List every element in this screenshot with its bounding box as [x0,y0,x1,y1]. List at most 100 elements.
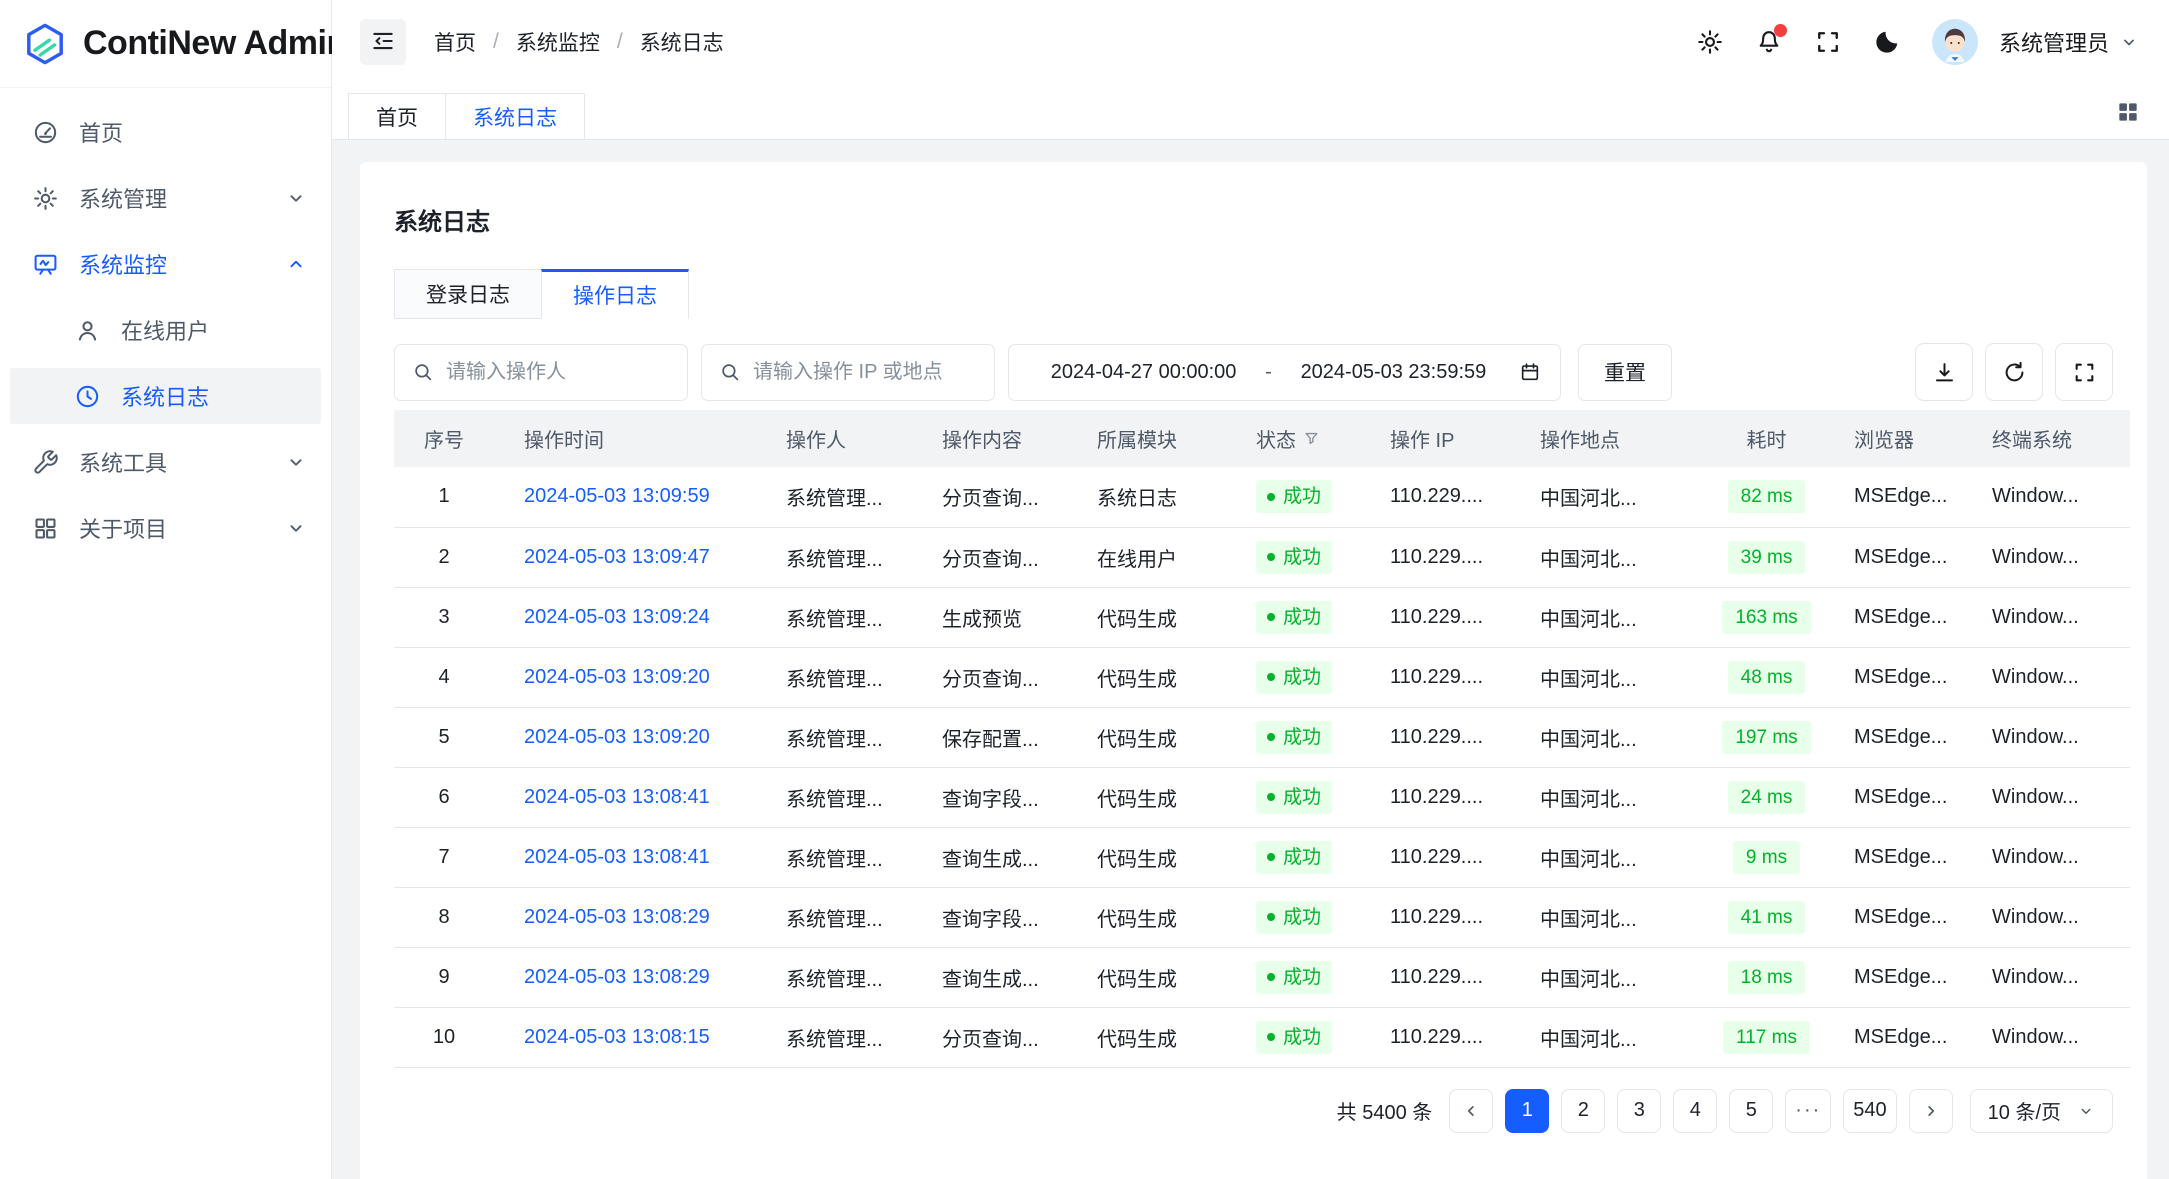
cell-time: 2024-05-03 13:08:29 [494,887,756,947]
log-time-link[interactable]: 2024-05-03 13:09:20 [524,666,710,688]
table-toolbar [1915,343,2113,401]
operator-search-field[interactable] [394,344,688,401]
cell-duration: 48 ms [1709,647,1824,707]
date-start-value[interactable]: 2024-04-27 00:00:00 [1028,361,1259,384]
status-badge: 成功 [1256,480,1332,513]
cell-operator: 系统管理... [756,467,912,527]
cell-operator: 系统管理... [756,647,912,707]
col-status-label: 状态 [1256,424,1296,453]
cell-content: 查询生成... [912,827,1067,887]
duration-badge: 197 ms [1722,721,1810,754]
cell-content: 查询生成... [912,947,1067,1007]
refresh-button[interactable] [1985,343,2043,401]
tab-operation-log[interactable]: 操作日志 [541,269,689,319]
sidebar-item-about-project[interactable]: 关于项目 [10,500,321,556]
cell-browser: MSEdge... [1824,647,1962,707]
sidebar-item-system-tools[interactable]: 系统工具 [10,434,321,490]
sidebar-collapse-button[interactable] [360,19,406,65]
page-size-value: 10 条/页 [1988,1096,2061,1125]
log-time-link[interactable]: 2024-05-03 13:09:20 [524,726,710,748]
tab-login-log[interactable]: 登录日志 [394,269,542,319]
sidebar-item-label: 系统管理 [79,182,285,214]
download-button[interactable] [1915,343,1973,401]
dark-mode-moon-icon[interactable] [1873,28,1901,56]
sidebar-item-system-manage[interactable]: 系统管理 [10,170,321,226]
pagination-page-2[interactable]: 2 [1561,1089,1605,1133]
expand-icon [2072,360,2097,385]
breadcrumb-item-home[interactable]: 首页 [434,27,476,57]
status-badge: 成功 [1256,841,1332,874]
reset-button[interactable]: 重置 [1578,344,1672,401]
cell-ip: 110.229.... [1360,587,1510,647]
cell-location: 中国河北... [1510,887,1709,947]
sidebar-item-system-monitor[interactable]: 系统监控 [10,236,321,292]
log-time-link[interactable]: 2024-05-03 13:08:29 [524,906,710,928]
log-time-link[interactable]: 2024-05-03 13:08:29 [524,966,710,988]
pagination-total: 共 5400 条 [1337,1096,1433,1125]
filter-funnel-icon[interactable] [1303,430,1320,447]
avatar[interactable] [1932,19,1978,65]
opened-tab-home[interactable]: 首页 [348,93,445,139]
grid-icon [32,515,59,542]
cell-time: 2024-05-03 13:09:24 [494,587,756,647]
search-icon [412,361,434,383]
log-time-link[interactable]: 2024-05-03 13:09:59 [524,485,710,507]
gear-icon [32,185,59,212]
cell-content: 分页查询... [912,647,1067,707]
chevron-down-icon [285,517,307,539]
sidebar-item-home[interactable]: 首页 [10,104,321,160]
log-time-link[interactable]: 2024-05-03 13:09:24 [524,606,710,628]
cell-content: 分页查询... [912,527,1067,587]
user-menu[interactable]: 系统管理员 [1999,26,2139,58]
pagination-page-540[interactable]: 540 [1843,1089,1896,1133]
cell-operator: 系统管理... [756,707,912,767]
pagination-page-1[interactable]: 1 [1505,1089,1549,1133]
table-fullscreen-button[interactable] [2055,343,2113,401]
operator-search-input[interactable] [446,361,670,384]
notification-bell-icon[interactable] [1755,28,1783,56]
log-time-link[interactable]: 2024-05-03 13:08:41 [524,846,710,868]
cell-location: 中国河北... [1510,467,1709,527]
cell-time: 2024-05-03 13:08:41 [494,767,756,827]
cell-location: 中国河北... [1510,947,1709,1007]
pagination-prev-button[interactable] [1449,1089,1493,1133]
sidebar-menu: 首页 系统管理 系统监控 [0,88,331,566]
opened-tab-label: 系统日志 [473,102,557,132]
cell-index: 4 [394,647,494,707]
cell-module: 代码生成 [1067,707,1226,767]
pagination-page-5[interactable]: 5 [1729,1089,1773,1133]
sidebar-item-online-users[interactable]: 在线用户 [10,302,321,358]
breadcrumb-item-syslog[interactable]: 系统日志 [640,27,724,57]
settings-gear-icon[interactable] [1696,28,1724,56]
cell-content: 分页查询... [912,467,1067,527]
cell-ip: 110.229.... [1360,527,1510,587]
pagination-page-3[interactable]: 3 [1617,1089,1661,1133]
log-time-link[interactable]: 2024-05-03 13:09:47 [524,546,710,568]
log-time-link[interactable]: 2024-05-03 13:08:41 [524,786,710,808]
table-row: 82024-05-03 13:08:29系统管理...查询字段...代码生成成功… [394,887,2130,947]
cell-ip: 110.229.... [1360,827,1510,887]
pagination-next-button[interactable] [1909,1089,1953,1133]
sidebar-item-system-log[interactable]: 系统日志 [10,368,321,424]
cell-os: Window... [1962,767,2130,827]
ip-search-field[interactable] [701,344,995,401]
date-range-picker[interactable]: 2024-04-27 00:00:00 - 2024-05-03 23:59:5… [1008,344,1561,401]
status-dot-icon [1267,553,1275,561]
cell-time: 2024-05-03 13:09:59 [494,467,756,527]
opened-tab-syslog[interactable]: 系统日志 [445,93,585,139]
breadcrumb-item-monitor[interactable]: 系统监控 [516,27,600,57]
fullscreen-icon[interactable] [1814,28,1842,56]
breadcrumb-separator: / [493,30,499,54]
log-time-link[interactable]: 2024-05-03 13:08:15 [524,1026,710,1048]
pagination-ellipsis[interactable]: ··· [1785,1089,1831,1133]
cell-time: 2024-05-03 13:08:41 [494,827,756,887]
apps-grid-icon[interactable] [2115,99,2141,125]
ip-search-input[interactable] [753,361,977,384]
table-body: 12024-05-03 13:09:59系统管理...分页查询...系统日志成功… [394,467,2130,1067]
cell-duration: 41 ms [1709,887,1824,947]
refresh-icon [2002,360,2027,385]
pagination-page-4[interactable]: 4 [1673,1089,1717,1133]
date-end-value[interactable]: 2024-05-03 23:59:59 [1278,361,1509,384]
cell-os: Window... [1962,527,2130,587]
page-size-select[interactable]: 10 条/页 [1970,1089,2113,1133]
